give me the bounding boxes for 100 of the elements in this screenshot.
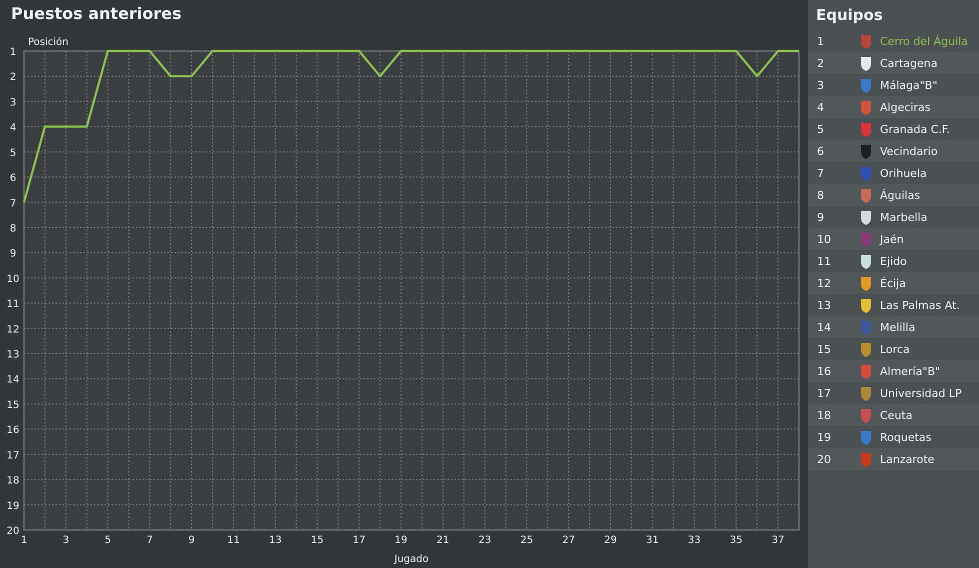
- team-name: Granada C.F.: [880, 122, 950, 136]
- team-position: 20: [816, 452, 832, 466]
- team-position: 12: [816, 276, 832, 290]
- axis-label: 12: [6, 324, 20, 336]
- team-position: 9: [816, 210, 825, 224]
- team-name: Las Palmas At.: [880, 298, 960, 312]
- team-name: Ceuta: [880, 408, 912, 422]
- team-row[interactable]: 18 Ceuta: [808, 404, 979, 426]
- team-position: 1: [816, 34, 825, 48]
- team-row[interactable]: 1 Cerro del Águila: [808, 30, 979, 52]
- team-row[interactable]: 19 Roquetas: [808, 426, 979, 448]
- axis-label: 13: [6, 350, 20, 361]
- axis-label: 33: [688, 535, 701, 546]
- team-name: Lanzarote: [880, 452, 934, 466]
- axis-label: 11: [227, 535, 240, 546]
- axis-label: 7: [146, 535, 153, 546]
- axis-label: 6: [10, 173, 16, 184]
- team-name: Ejido: [880, 254, 907, 268]
- axis-label: 19: [394, 535, 408, 546]
- axis-label: 5: [104, 535, 111, 546]
- team-position: 7: [816, 166, 825, 180]
- team-name: Cerro del Águila: [880, 34, 968, 48]
- panel-title: Equipos: [815, 5, 884, 26]
- team-name: Orihuela: [880, 166, 927, 180]
- axis-label: 15: [6, 400, 20, 411]
- team-row[interactable]: 3 Málaga"B": [808, 74, 979, 96]
- axis-label: 37: [772, 535, 784, 546]
- team-row[interactable]: 15 Lorca: [808, 338, 979, 360]
- team-position: 18: [816, 408, 832, 422]
- axis-label: 9: [188, 535, 195, 546]
- team-position: 5: [816, 122, 825, 136]
- axis-label: 23: [478, 535, 492, 546]
- team-position: 14: [816, 320, 832, 334]
- axis-title: Jugado: [394, 554, 429, 565]
- axis-label: 14: [6, 374, 20, 386]
- team-name: Vecindario: [880, 144, 938, 158]
- team-name: Lorca: [880, 342, 910, 356]
- team-row[interactable]: 16 Almería"B": [808, 360, 979, 382]
- team-row[interactable]: 17 Universidad LP: [808, 382, 979, 404]
- team-position: 11: [816, 254, 832, 268]
- team-name: Málaga"B": [880, 78, 938, 92]
- team-name: Águilas: [880, 188, 920, 202]
- axis-label: 1: [20, 535, 28, 546]
- axis-label: 3: [10, 97, 16, 108]
- team-row[interactable]: 12 Écija: [808, 272, 979, 294]
- axis-label: 7: [10, 198, 16, 210]
- axis-label: 31: [646, 535, 659, 546]
- team-name: Melilla: [880, 320, 916, 334]
- axis-label: 27: [562, 535, 575, 546]
- team-name: Marbella: [880, 210, 928, 224]
- team-row[interactable]: 7 Orihuela: [808, 162, 979, 184]
- team-row[interactable]: 2 Cartagena: [808, 52, 979, 74]
- team-position: 8: [816, 188, 825, 202]
- team-position: 10: [816, 232, 832, 246]
- team-position: 13: [816, 298, 832, 312]
- axis-label: 10: [6, 274, 20, 285]
- axis-label: 16: [6, 425, 20, 436]
- team-name: Almería"B": [880, 364, 940, 378]
- team-row[interactable]: 11 Ejido: [808, 250, 979, 272]
- team-row[interactable]: 5 Granada C.F.: [808, 118, 979, 140]
- axis-label: 18: [6, 476, 20, 487]
- team-position: 4: [816, 100, 825, 114]
- axis-title: Posición: [28, 37, 69, 48]
- axis-label: 2: [10, 72, 16, 84]
- team-row[interactable]: 20 Lanzarote: [808, 448, 979, 470]
- team-position: 15: [816, 342, 832, 356]
- team-row[interactable]: 4 Algeciras: [808, 96, 979, 118]
- axis-label: 4: [10, 122, 16, 134]
- team-position: 3: [816, 78, 825, 92]
- team-name: Écija: [880, 276, 906, 290]
- team-position: 19: [816, 430, 832, 444]
- axis-label: 25: [520, 535, 534, 546]
- axis-label: 9: [10, 248, 16, 260]
- team-row[interactable]: 8 Águilas: [808, 184, 979, 206]
- team-name: Algeciras: [880, 100, 930, 114]
- axis-label: 15: [310, 535, 324, 546]
- axis-label: 20: [6, 526, 20, 537]
- axis-label: 17: [352, 535, 366, 546]
- axis-label: 21: [436, 535, 450, 546]
- team-row[interactable]: 6 Vecindario: [808, 140, 979, 162]
- team-position: 17: [816, 386, 832, 400]
- team-position: 6: [816, 144, 825, 158]
- team-row[interactable]: 10 Jaén: [808, 228, 979, 250]
- team-name: Roquetas: [880, 430, 932, 444]
- team-name: Cartagena: [880, 56, 938, 70]
- axis-label: 35: [730, 535, 743, 546]
- axis-label: 29: [604, 535, 617, 546]
- team-position: 2: [816, 56, 825, 70]
- axis-label: 1: [10, 47, 16, 58]
- panel-title: Puestos anteriores: [10, 3, 183, 25]
- axis-label: 5: [10, 148, 16, 159]
- team-row[interactable]: 14 Melilla: [808, 316, 979, 338]
- team-row[interactable]: 13 Las Palmas At.: [808, 294, 979, 316]
- team-position: 16: [816, 364, 832, 378]
- team-name: Universidad LP: [880, 386, 962, 400]
- axis-label: 11: [6, 299, 20, 310]
- team-row[interactable]: 9 Marbella: [808, 206, 979, 228]
- axis-label: 17: [6, 450, 20, 462]
- axis-label: 3: [62, 535, 70, 546]
- axis-label: 8: [10, 223, 16, 234]
